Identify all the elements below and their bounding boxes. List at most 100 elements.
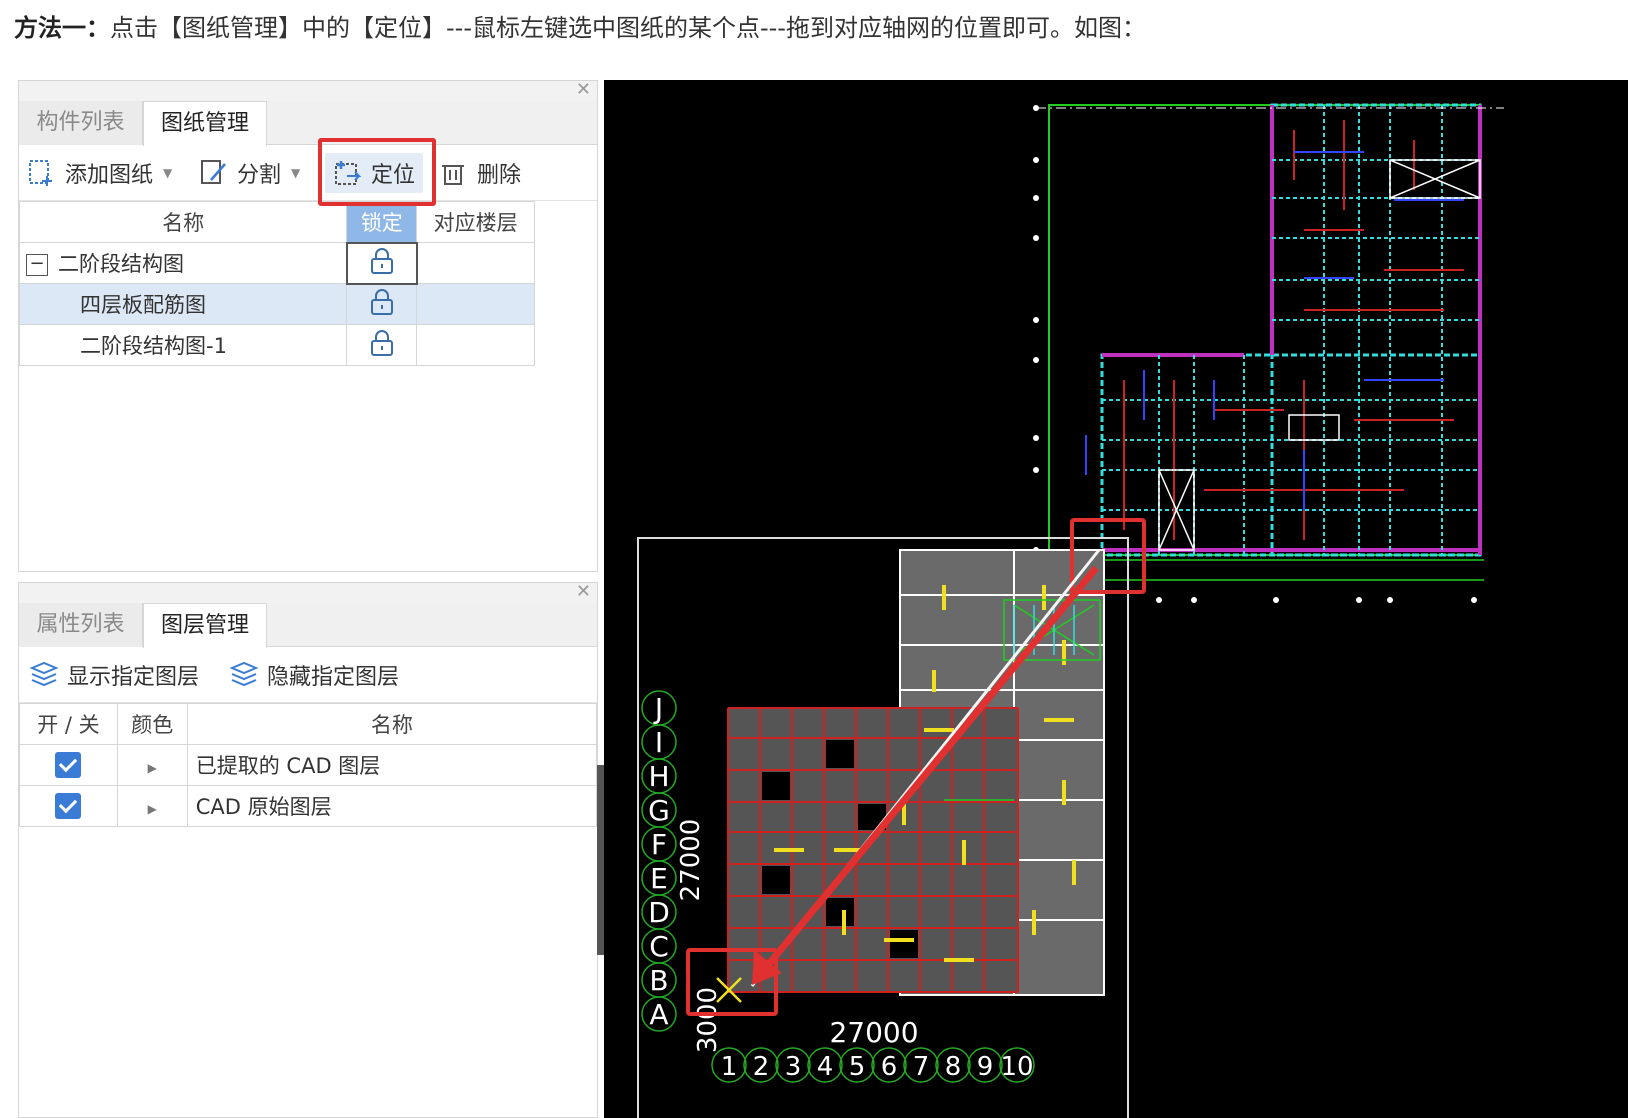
- col-header-layer-name[interactable]: 名称: [186, 703, 598, 745]
- axis-label-2: 2: [753, 1052, 770, 1082]
- dimension-total-horizontal: 27000: [829, 1016, 918, 1049]
- axis-label-c: C: [649, 930, 669, 963]
- tab-drawing-management[interactable]: 图纸管理: [143, 101, 267, 146]
- expand-triangle-icon[interactable]: ▶: [148, 802, 157, 816]
- drawing-management-panel: ✕ 构件列表 图纸管理 添加图纸 ▼ 分割 ▼ 定位 删除 名称 锁定 对应楼层 −…: [18, 80, 598, 572]
- split-button[interactable]: 分割 ▼: [199, 145, 300, 201]
- lock-cell[interactable]: [345, 241, 418, 285]
- locate-button[interactable]: 定位: [325, 153, 424, 193]
- lock-cell[interactable]: [346, 324, 418, 366]
- table-row[interactable]: 二阶段结构图-1: [18, 324, 535, 366]
- layers-hide-icon: [229, 661, 259, 687]
- toggle-cell: [19, 744, 118, 786]
- delete-label: 删除: [477, 163, 522, 188]
- axis-label-g: G: [648, 794, 670, 827]
- lock-cell[interactable]: [346, 283, 418, 325]
- color-cell[interactable]: ▶: [116, 744, 188, 786]
- table-row[interactable]: ▶ CAD 原始图层: [19, 785, 598, 827]
- col-header-toggle[interactable]: 开 / 关: [19, 703, 118, 745]
- expand-triangle-icon[interactable]: ▶: [148, 761, 157, 775]
- axis-label-i: I: [655, 726, 663, 759]
- layer-checkbox[interactable]: [55, 752, 82, 778]
- lock-icon: [370, 247, 393, 274]
- dimension-total-vertical: 27000: [676, 819, 706, 902]
- cad-drawing[interactable]: J I H G F E D C B A 1 2 3 4 5 6 7 8 9 10…: [604, 80, 1628, 1118]
- close-icon[interactable]: ✕: [576, 81, 591, 99]
- tab-component-list[interactable]: 构件列表: [19, 101, 143, 145]
- layer-management-panel: ✕ 属性列表 图层管理 显示指定图层 隐藏指定图层 开 / 关 颜色 名称 ▶ …: [18, 582, 598, 1118]
- show-layer-button[interactable]: 显示指定图层: [29, 647, 199, 703]
- layer-name: CAD 原始图层: [186, 785, 598, 827]
- layer-checkbox[interactable]: [55, 793, 82, 819]
- caption-method: 方法一：: [14, 14, 110, 42]
- trash-icon: [442, 165, 464, 185]
- axis-label-3: 3: [785, 1052, 802, 1082]
- instruction-caption: 方法一：点击【图纸管理】中的【定位】---鼠标左键选中图纸的某个点---拖到对应…: [14, 8, 1146, 43]
- collapse-toggle[interactable]: −: [26, 254, 48, 276]
- row-name: 二阶段结构图-1: [18, 324, 348, 366]
- lock-icon: [370, 329, 393, 356]
- drawing-toolbar: 添加图纸 ▼ 分割 ▼ 定位 删除: [19, 145, 597, 201]
- add-drawing-button[interactable]: 添加图纸 ▼: [27, 145, 172, 201]
- axis-label-7: 7: [913, 1052, 930, 1082]
- layers-icon: [29, 661, 59, 687]
- axis-label-a: A: [649, 998, 668, 1031]
- row-name-cell: − 二阶段结构图: [18, 242, 348, 284]
- axis-label-d: D: [648, 896, 670, 929]
- axis-label-6: 6: [881, 1052, 898, 1082]
- col-header-lock[interactable]: 锁定: [346, 201, 418, 243]
- col-header-floor[interactable]: 对应楼层: [416, 201, 535, 243]
- caption-text: 点击【图纸管理】中的【定位】---鼠标左键选中图纸的某个点---拖到对应轴网的位…: [110, 14, 1146, 42]
- split-icon: [201, 160, 226, 184]
- close-icon[interactable]: ✕: [576, 583, 591, 601]
- show-layer-label: 显示指定图层: [67, 665, 200, 690]
- row-floor[interactable]: [416, 324, 535, 366]
- axis-label-e: E: [650, 862, 668, 895]
- axis-label-8: 8: [945, 1052, 962, 1082]
- table-header-row: 开 / 关 颜色 名称: [19, 703, 598, 745]
- tab-property-list[interactable]: 属性列表: [19, 603, 143, 647]
- col-header-color[interactable]: 颜色: [116, 703, 188, 745]
- tab-layer-management[interactable]: 图层管理: [143, 603, 267, 648]
- axis-label-h: H: [648, 760, 669, 793]
- table-row[interactable]: 四层板配筋图: [18, 283, 535, 325]
- panel-splitter[interactable]: [597, 765, 604, 955]
- locate-icon: [335, 161, 362, 185]
- axis-label-f: F: [651, 828, 667, 861]
- axis-label-10: 10: [1000, 1052, 1033, 1082]
- table-row[interactable]: ▶ 已提取的 CAD 图层: [19, 744, 598, 786]
- row-name: 二阶段结构图: [58, 252, 184, 276]
- color-cell[interactable]: ▶: [116, 785, 188, 827]
- dropdown-caret-icon[interactable]: ▼: [163, 166, 172, 180]
- axis-label-4: 4: [817, 1052, 834, 1082]
- axis-label-j: J: [653, 692, 663, 725]
- axis-label-5: 5: [849, 1052, 866, 1082]
- table-row[interactable]: − 二阶段结构图: [18, 241, 535, 285]
- dropdown-caret-icon[interactable]: ▼: [291, 166, 300, 180]
- row-name: 四层板配筋图: [18, 283, 348, 325]
- hide-layer-label: 隐藏指定图层: [267, 665, 400, 690]
- layer-table: 开 / 关 颜色 名称 ▶ 已提取的 CAD 图层 ▶ CAD 原始图层: [19, 703, 598, 827]
- lock-icon: [370, 288, 393, 315]
- locate-label: 定位: [371, 163, 416, 188]
- row-floor[interactable]: [416, 283, 535, 325]
- drawing-table: 名称 锁定 对应楼层 − 二阶段结构图 四层板配筋图 二阶段结构图-1: [18, 201, 535, 366]
- split-label: 分割: [237, 163, 282, 188]
- bottom-tabs: 属性列表 图层管理: [19, 603, 597, 648]
- axis-label-b: B: [649, 964, 668, 997]
- top-tabs: 构件列表 图纸管理: [19, 101, 597, 146]
- toggle-cell: [19, 785, 118, 827]
- target-floor-plan: [1033, 103, 1504, 603]
- table-header-row: 名称 锁定 对应楼层: [18, 201, 535, 243]
- axis-label-9: 9: [977, 1052, 994, 1082]
- cad-canvas[interactable]: J I H G F E D C B A 1 2 3 4 5 6 7 8 9 10…: [604, 80, 1628, 1118]
- layer-toolbar: 显示指定图层 隐藏指定图层: [19, 647, 597, 703]
- panel-titlebar: ✕: [19, 81, 597, 101]
- layer-name: 已提取的 CAD 图层: [186, 744, 598, 786]
- add-drawing-label: 添加图纸: [65, 163, 154, 188]
- row-floor[interactable]: [416, 242, 535, 284]
- hide-layer-button[interactable]: 隐藏指定图层: [229, 647, 399, 703]
- axis-label-1: 1: [721, 1052, 738, 1082]
- col-header-name[interactable]: 名称: [18, 201, 348, 243]
- delete-button[interactable]: 删除: [439, 145, 521, 201]
